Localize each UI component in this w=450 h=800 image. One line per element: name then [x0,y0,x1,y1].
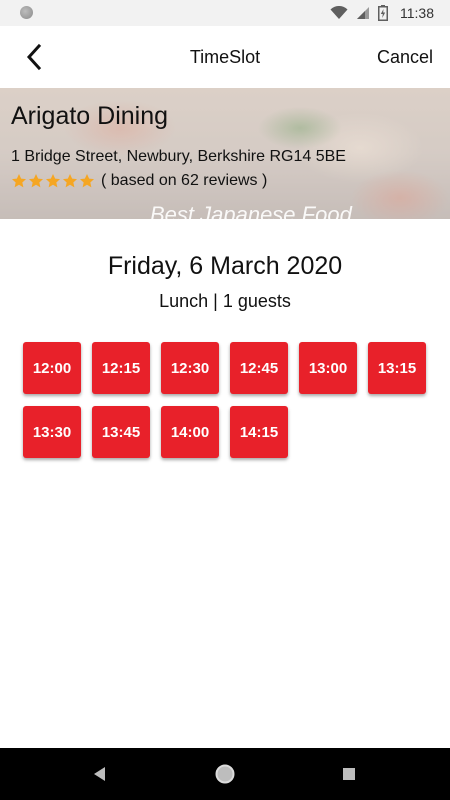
star-icon [29,174,43,188]
booking-date: Friday, 6 March 2020 [107,252,343,280]
time-slot-button[interactable]: 12:30 [161,342,219,394]
star-icon [63,174,77,188]
chevron-left-icon [26,43,42,71]
star-icon [12,174,26,188]
booking-summary: Lunch | 1 guests [159,291,291,311]
system-nav-bar [0,748,450,800]
rating-row: ( based on 62 reviews ) [11,172,267,190]
time-slot-button[interactable]: 13:45 [92,406,150,458]
nav-back-button[interactable] [88,762,112,786]
time-slot-button[interactable]: 12:00 [23,342,81,394]
status-time: 11:38 [400,5,434,21]
time-slot-button[interactable]: 14:15 [230,406,288,458]
signal-icon [357,7,369,19]
notification-icon [20,6,33,19]
app-header: TimeSlot Cancel [0,26,450,88]
circle-home-icon [215,764,235,784]
back-button[interactable] [20,42,50,72]
time-slot-button[interactable]: 13:15 [368,342,426,394]
star-icon [46,174,60,188]
star-icon [80,174,94,188]
time-slot-button[interactable]: 14:00 [161,406,219,458]
reviews-count: ( based on 62 reviews ) [101,172,268,189]
wifi-icon [330,6,348,19]
battery-icon [378,5,388,21]
restaurant-address: 1 Bridge Street, Newbury, Berkshire RG14… [11,148,346,165]
time-slot-button[interactable]: 13:30 [23,406,81,458]
nav-recents-button[interactable] [337,762,361,786]
banner-watermark: Best Japanese Food [150,202,352,219]
time-slot-button[interactable]: 12:15 [92,342,150,394]
status-icons: 11:38 [330,3,434,23]
star-rating [11,173,95,189]
time-slot-button[interactable]: 12:45 [230,342,288,394]
triangle-back-icon [94,767,105,781]
restaurant-name: Arigato Dining [11,102,169,130]
nav-home-button[interactable] [213,762,237,786]
restaurant-banner: Arigato Dining 1 Bridge Street, Newbury,… [0,88,450,219]
time-slot-button[interactable]: 13:00 [299,342,357,394]
status-bar: 11:38 [0,0,450,26]
square-recents-icon [343,768,355,780]
cancel-button[interactable]: Cancel [377,47,433,68]
